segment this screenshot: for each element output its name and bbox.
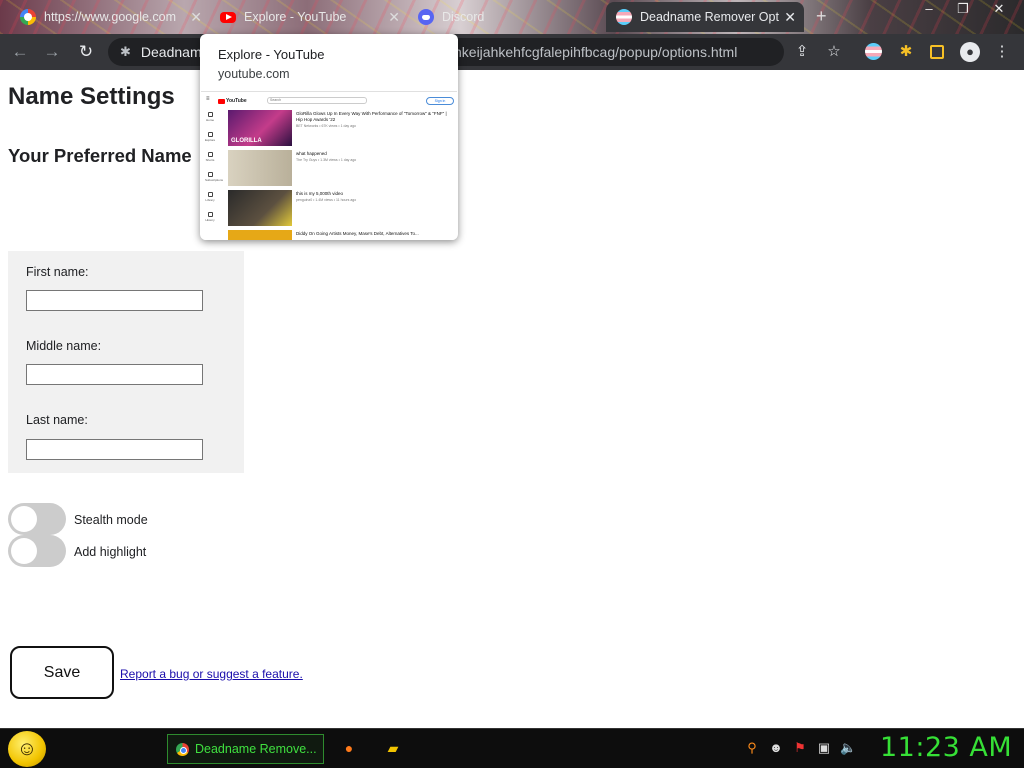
options-page: Name Settings Your Preferred Name First … bbox=[0, 70, 1024, 728]
video-thumbnail bbox=[228, 190, 292, 226]
middle-name-field[interactable] bbox=[26, 364, 203, 385]
tab-title: https://www.google.com bbox=[44, 10, 177, 24]
system-clock[interactable]: 11:23 AM bbox=[880, 732, 1012, 763]
stealth-mode-label: Stealth mode bbox=[74, 513, 148, 527]
trans-flag-extension-icon[interactable] bbox=[865, 43, 882, 60]
preview-sidebar-item: Shorts bbox=[205, 152, 215, 162]
browser-toolbar: ← → ↻ ✱ Deadnam nkeijahkehfcgfalepihfbca… bbox=[0, 34, 1024, 70]
hamburger-icon: ≡ bbox=[206, 96, 210, 102]
tab-title: Discord bbox=[442, 10, 485, 24]
action-center-flag-icon[interactable]: ⚑ bbox=[792, 740, 808, 756]
tab-title: Explore - YouTube bbox=[244, 10, 347, 24]
tab-discord[interactable]: Discord bbox=[408, 2, 604, 32]
middle-name-label: Middle name: bbox=[26, 339, 102, 353]
last-name-field[interactable] bbox=[26, 439, 203, 460]
folder-icon[interactable]: ▰ bbox=[384, 739, 402, 757]
side-panel-icon[interactable] bbox=[930, 45, 944, 59]
tab-title: Deadname Remover Opt bbox=[640, 10, 779, 24]
preview-sidebar-item: Subscriptions bbox=[205, 172, 223, 182]
video-thumbnail bbox=[228, 230, 292, 240]
video-meta: The Try Guys • 1.3M views • 1 day ago bbox=[296, 158, 357, 162]
youtube-logo: YouTube bbox=[218, 98, 247, 104]
profile-avatar-icon[interactable]: ● bbox=[960, 42, 980, 62]
trans-flag-icon bbox=[616, 9, 632, 25]
close-icon[interactable]: ✕ bbox=[388, 9, 400, 26]
close-icon[interactable]: ✕ bbox=[784, 9, 796, 26]
tab-deadname-remover[interactable]: Deadname Remover Opt ✕ bbox=[606, 2, 804, 32]
network-icon[interactable]: ▣ bbox=[816, 740, 832, 756]
menu-kebab-icon[interactable]: ⋮ bbox=[992, 42, 1012, 62]
volume-icon[interactable]: 🔈 bbox=[840, 740, 856, 756]
preview-sidebar-item: History bbox=[205, 212, 215, 222]
add-highlight-label: Add highlight bbox=[74, 545, 147, 559]
preview-sidebar-item: Explore bbox=[205, 132, 215, 142]
video-thumbnail bbox=[228, 150, 292, 186]
add-highlight-toggle[interactable] bbox=[8, 535, 66, 567]
section-heading: Your Preferred Name bbox=[8, 145, 192, 166]
last-name-label: Last name: bbox=[26, 413, 88, 427]
extensions-puzzle-icon[interactable]: ✱ bbox=[896, 42, 916, 62]
first-name-label: First name: bbox=[26, 265, 89, 279]
site-label: Deadnam bbox=[140, 44, 202, 60]
back-icon[interactable]: ← bbox=[8, 41, 32, 63]
tray-app-icon[interactable]: ☻ bbox=[768, 740, 784, 756]
reload-icon[interactable]: ↻ bbox=[74, 41, 98, 63]
discord-icon bbox=[418, 9, 434, 25]
taskbar-item-browser[interactable]: Deadname Remove... bbox=[167, 734, 324, 764]
tab-google[interactable]: https://www.google.com ✕ bbox=[10, 2, 210, 32]
close-icon[interactable]: ✕ bbox=[190, 9, 202, 26]
report-bug-link[interactable]: Report a bug or suggest a feature. bbox=[120, 667, 303, 681]
chrome-icon bbox=[176, 742, 189, 756]
taskbar: ☺ Deadname Remove... ● ▰ ⚲ ☻ ⚑ ▣ 🔈 11:23… bbox=[0, 728, 1024, 768]
name-form-panel: First name: Middle name: Last name: bbox=[8, 251, 244, 473]
video-title: GloRilla Glows Up In Every Way With Perf… bbox=[296, 111, 447, 122]
share-icon[interactable]: ⇪ bbox=[792, 42, 812, 62]
url-text: nkeijahkehfcgfalepihfbcag/popup/options.… bbox=[454, 44, 738, 60]
tab-strip: https://www.google.com ✕ Explore - YouTu… bbox=[0, 0, 1024, 34]
toggle-knob bbox=[11, 538, 37, 564]
tab-youtube[interactable]: Explore - YouTube ✕ bbox=[210, 2, 408, 32]
google-icon bbox=[20, 9, 36, 25]
page-title: Name Settings bbox=[8, 83, 175, 110]
tab-hover-preview: Explore - YouTube youtube.com ≡ YouTube … bbox=[200, 34, 458, 240]
bookmark-star-icon[interactable]: ☆ bbox=[824, 42, 844, 62]
forward-icon[interactable]: → bbox=[40, 41, 64, 63]
first-name-field[interactable] bbox=[26, 290, 203, 311]
puzzle-icon: ✱ bbox=[120, 44, 131, 59]
video-meta: BET Networks • 67K views • 1 day ago bbox=[296, 124, 356, 128]
youtube-icon bbox=[220, 11, 236, 23]
toggle-knob bbox=[11, 506, 37, 532]
preview-sign-in: Sign in bbox=[426, 97, 454, 105]
save-button[interactable]: Save bbox=[10, 646, 114, 699]
new-tab-icon[interactable]: + bbox=[816, 6, 827, 27]
video-title: what happened bbox=[296, 151, 327, 156]
minimize-icon[interactable]: – bbox=[912, 0, 946, 20]
video-meta: penguinz0 • 1.4M views • 11 hours ago bbox=[296, 198, 357, 202]
search-icon[interactable]: ⚲ bbox=[744, 740, 760, 756]
preview-thumbnail: ≡ YouTube Search Sign in Home Explore Sh… bbox=[201, 91, 457, 240]
video-title: Diddy On Going Artists Money, Mase's Deb… bbox=[296, 231, 419, 236]
video-thumbnail: GLORILLA bbox=[228, 110, 292, 146]
stealth-mode-toggle[interactable] bbox=[8, 503, 66, 535]
video-title: this is my 5,000th video bbox=[296, 191, 344, 196]
preview-sidebar-item: Home bbox=[205, 112, 215, 122]
preview-sidebar-item: Library bbox=[205, 192, 215, 202]
firefox-icon[interactable]: ● bbox=[340, 739, 358, 757]
preview-title: Explore - YouTube bbox=[218, 47, 325, 62]
start-button-smiley-icon[interactable]: ☺ bbox=[8, 731, 46, 767]
restore-icon[interactable]: ❐ bbox=[946, 0, 980, 20]
window-close-icon[interactable]: ✕ bbox=[982, 0, 1016, 20]
taskbar-item-label: Deadname Remove... bbox=[195, 742, 317, 756]
preview-search-box: Search bbox=[267, 97, 367, 104]
preview-host: youtube.com bbox=[218, 67, 290, 81]
